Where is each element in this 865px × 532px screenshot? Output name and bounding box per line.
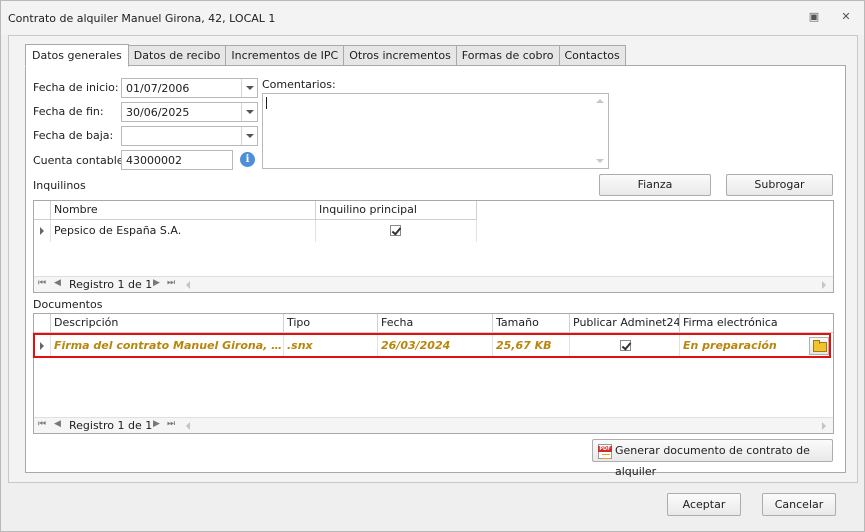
scroll-down-icon[interactable]	[596, 159, 604, 163]
row-indicator-icon	[34, 220, 51, 242]
inquilino-principal-cell[interactable]	[316, 220, 477, 242]
tab-incrementos-ipc[interactable]: Incrementos de IPC	[226, 45, 345, 66]
record-counter: Registro 1 de 1	[69, 278, 153, 291]
tab-otros-incrementos[interactable]: Otros incrementos	[344, 45, 457, 66]
comentarios-label: Comentarios:	[262, 78, 336, 91]
window-title: Contrato de alquiler Manuel Girona, 42, …	[8, 12, 276, 25]
row-indicator-header	[34, 201, 51, 220]
record-counter: Registro 1 de 1	[69, 419, 153, 432]
inquilinos-pager: ⏮ ◀ Registro 1 de 1 ▶ ⏭	[34, 276, 833, 292]
fecha-fin-label: Fecha de fin:	[33, 105, 104, 118]
column-header-firma[interactable]: Firma electrónica	[680, 314, 833, 333]
chevron-down-icon[interactable]	[241, 103, 257, 121]
fecha-fin-value: 30/06/2025	[126, 106, 190, 119]
fianza-button[interactable]: Fianza	[599, 174, 711, 196]
tab-contactos[interactable]: Contactos	[559, 45, 626, 66]
first-record-icon[interactable]: ⏮	[38, 278, 46, 288]
documentos-pager: ⏮ ◀ Registro 1 de 1 ▶ ⏭	[34, 417, 833, 433]
column-header-descripcion[interactable]: Descripción	[51, 314, 284, 333]
title-bar: Contrato de alquiler Manuel Girona, 42, …	[1, 1, 864, 35]
tab-strip: Datos generales Datos de recibo Incremen…	[25, 44, 626, 67]
scroll-up-icon[interactable]	[596, 99, 604, 103]
tab-formas-cobro[interactable]: Formas de cobro	[456, 45, 560, 66]
next-record-icon[interactable]: ▶	[153, 278, 160, 288]
first-record-icon[interactable]: ⏮	[38, 419, 46, 429]
prev-record-icon[interactable]: ◀	[54, 419, 61, 429]
row-indicator-header	[34, 314, 51, 333]
cuenta-contable-label: Cuenta contable:	[33, 154, 128, 167]
fecha-inicio-label: Fecha de inicio:	[33, 81, 119, 94]
dialog-window: Contrato de alquiler Manuel Girona, 42, …	[0, 0, 865, 532]
fecha-inicio-field[interactable]: 01/07/2006	[121, 78, 258, 98]
last-record-icon[interactable]: ⏭	[167, 278, 175, 288]
text-caret	[266, 97, 267, 109]
generar-documento-button[interactable]: Generar documento de contrato de alquile…	[592, 439, 833, 478]
column-header-tamano[interactable]: Tamaño	[493, 314, 570, 333]
close-icon[interactable]: ✕	[839, 11, 853, 23]
next-record-icon[interactable]: ▶	[153, 419, 160, 429]
chevron-down-icon[interactable]	[241, 79, 257, 97]
tab-datos-generales[interactable]: Datos generales	[25, 44, 129, 67]
column-header-fecha[interactable]: Fecha	[378, 314, 493, 333]
fecha-baja-label: Fecha de baja:	[33, 129, 114, 142]
inquilino-nombre[interactable]: Pepsico de España S.A.	[51, 220, 316, 242]
column-header-tipo[interactable]: Tipo	[284, 314, 378, 333]
column-header-publicar[interactable]: Publicar Adminet24H	[570, 314, 680, 333]
aceptar-button[interactable]: Aceptar	[667, 493, 741, 516]
inquilinos-grid: Nombre Inquilino principal Pepsico de Es…	[33, 200, 834, 293]
subrogar-button[interactable]: Subrogar	[726, 174, 833, 196]
restore-icon[interactable]: ▣	[807, 11, 821, 23]
last-record-icon[interactable]: ⏭	[167, 419, 175, 429]
cuenta-contable-field[interactable]: 43000002	[121, 150, 233, 170]
fecha-inicio-value: 01/07/2006	[126, 82, 190, 95]
comentarios-scrollbar[interactable]	[592, 94, 608, 168]
scroll-right-icon[interactable]	[822, 422, 826, 430]
comentarios-textarea[interactable]	[262, 93, 609, 169]
selection-highlight	[33, 333, 831, 358]
column-header-inquilino-principal[interactable]: Inquilino principal	[316, 201, 477, 220]
scroll-left-icon[interactable]	[186, 281, 190, 289]
cancelar-button[interactable]: Cancelar	[762, 493, 836, 516]
table-row[interactable]: Pepsico de España S.A.	[34, 220, 477, 242]
fecha-baja-field[interactable]	[121, 126, 258, 146]
pdf-icon	[598, 444, 612, 459]
inquilinos-label: Inquilinos	[33, 179, 86, 192]
inquilino-principal-checkbox[interactable]	[390, 225, 401, 236]
tab-datos-recibo[interactable]: Datos de recibo	[128, 45, 227, 66]
scroll-left-icon[interactable]	[186, 422, 190, 430]
prev-record-icon[interactable]: ◀	[54, 278, 61, 288]
column-header-nombre[interactable]: Nombre	[51, 201, 316, 220]
scroll-right-icon[interactable]	[822, 281, 826, 289]
info-icon[interactable]: i	[240, 152, 255, 167]
cuenta-contable-value: 43000002	[126, 154, 182, 167]
fecha-fin-field[interactable]: 30/06/2025	[121, 102, 258, 122]
chevron-down-icon[interactable]	[241, 127, 257, 145]
documentos-header: Descripción Tipo Fecha Tamaño Publicar A…	[34, 314, 833, 333]
inquilinos-header: Nombre Inquilino principal	[34, 201, 477, 220]
documentos-grid: Descripción Tipo Fecha Tamaño Publicar A…	[33, 313, 834, 434]
documentos-label: Documentos	[33, 298, 103, 311]
